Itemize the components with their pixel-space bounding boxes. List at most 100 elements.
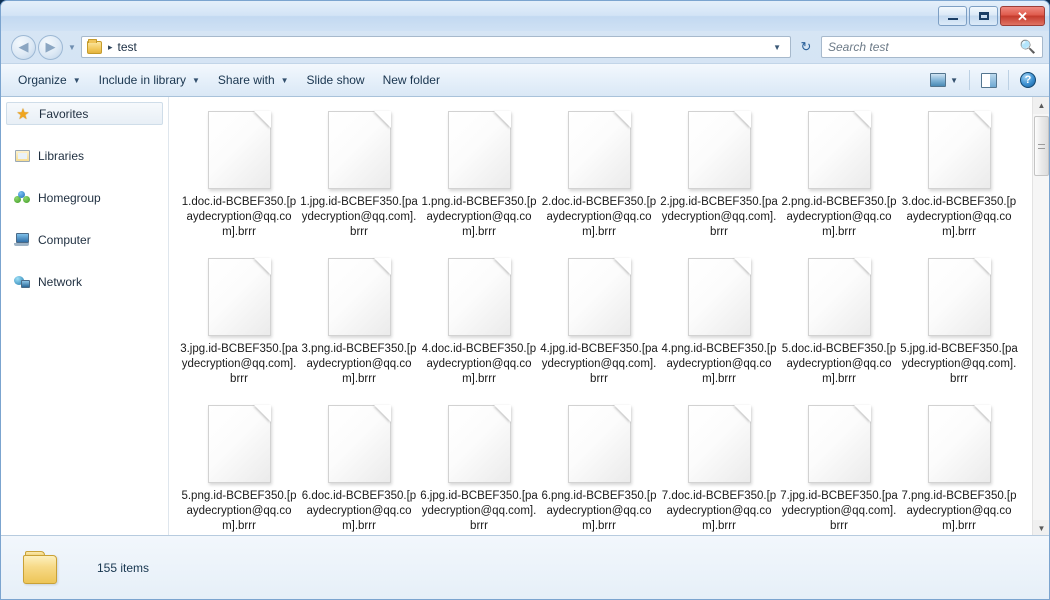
- file-item[interactable]: 3.doc.id-BCBEF350.[paydecryption@qq.com]…: [899, 103, 1019, 250]
- blank-document-icon: [687, 258, 751, 336]
- blank-document-icon: [567, 405, 631, 483]
- share-with-button[interactable]: Share with ▼: [209, 69, 298, 91]
- blank-document-icon: [927, 111, 991, 189]
- file-name-label: 5.doc.id-BCBEF350.[paydecryption@qq.com]…: [781, 343, 897, 385]
- file-item[interactable]: 5.jpg.id-BCBEF350.[paydecryption@qq.com]…: [899, 250, 1019, 397]
- chevron-down-icon: ▼: [68, 42, 76, 52]
- blank-document-icon: [447, 111, 511, 189]
- page-fold-corner-icon: [253, 111, 271, 128]
- change-view-button[interactable]: ▼: [925, 70, 963, 90]
- sidebar-item-favorites[interactable]: ★ Favorites: [6, 102, 163, 125]
- blank-document-icon: [807, 111, 871, 189]
- file-item[interactable]: 7.jpg.id-BCBEF350.[paydecryption@qq.com]…: [779, 397, 899, 537]
- search-input[interactable]: Search test: [828, 40, 1020, 54]
- page-fold-corner-icon: [493, 405, 511, 422]
- file-item[interactable]: 4.png.id-BCBEF350.[paydecryption@qq.com]…: [659, 250, 779, 397]
- file-item[interactable]: 2.png.id-BCBEF350.[paydecryption@qq.com]…: [779, 103, 899, 250]
- maximize-icon: [978, 12, 989, 20]
- page-fold-corner-icon: [493, 111, 511, 128]
- file-name-label: 3.doc.id-BCBEF350.[paydecryption@qq.com]…: [901, 196, 1017, 238]
- include-in-library-button[interactable]: Include in library ▼: [90, 69, 209, 91]
- status-bar: 155 items: [1, 535, 1049, 599]
- file-item[interactable]: 2.doc.id-BCBEF350.[paydecryption@qq.com]…: [539, 103, 659, 250]
- minimize-button[interactable]: [938, 6, 967, 26]
- file-item[interactable]: 3.png.id-BCBEF350.[paydecryption@qq.com]…: [299, 250, 419, 397]
- address-bar[interactable]: ▸ test ▼: [81, 36, 791, 58]
- page-fold-corner-icon: [493, 258, 511, 275]
- close-icon: ✕: [1017, 8, 1028, 24]
- chevron-down-icon: ▼: [72, 75, 81, 85]
- organize-label: Organize: [18, 73, 67, 87]
- preview-pane-button[interactable]: [976, 70, 1002, 91]
- breadcrumb-test[interactable]: test: [118, 40, 137, 54]
- maximize-button[interactable]: [969, 6, 998, 26]
- item-count-label: 155 items: [97, 560, 150, 575]
- vertical-scrollbar[interactable]: ▲ ▼: [1032, 97, 1049, 537]
- folder-icon: [23, 550, 63, 585]
- sidebar-item-homegroup[interactable]: Homegroup: [6, 186, 163, 209]
- blank-document-icon: [807, 258, 871, 336]
- file-list-pane[interactable]: 1.doc.id-BCBEF350.[paydecryption@qq.com]…: [169, 97, 1049, 537]
- file-name-label: 1.doc.id-BCBEF350.[paydecryption@qq.com]…: [181, 196, 297, 238]
- file-item[interactable]: 1.doc.id-BCBEF350.[paydecryption@qq.com]…: [179, 103, 299, 250]
- history-dropdown-button[interactable]: ▼: [65, 43, 79, 52]
- sidebar-item-label: Libraries: [38, 148, 85, 163]
- chevron-down-icon: ▼: [280, 75, 289, 85]
- forward-button[interactable]: ▶: [38, 34, 63, 60]
- navigation-pane: ★ Favorites Libraries Homegroup Computer: [1, 97, 169, 537]
- file-name-label: 3.jpg.id-BCBEF350.[paydecryption@qq.com]…: [180, 343, 298, 385]
- blank-document-icon: [927, 405, 991, 483]
- file-item[interactable]: 1.png.id-BCBEF350.[paydecryption@qq.com]…: [419, 103, 539, 250]
- sidebar-item-libraries[interactable]: Libraries: [6, 144, 163, 167]
- file-item[interactable]: 6.png.id-BCBEF350.[paydecryption@qq.com]…: [539, 397, 659, 537]
- sidebar-item-network[interactable]: Network: [6, 270, 163, 293]
- file-name-label: 2.doc.id-BCBEF350.[paydecryption@qq.com]…: [541, 196, 657, 238]
- forward-arrow-icon: ▶: [45, 39, 56, 54]
- file-item[interactable]: 4.jpg.id-BCBEF350.[paydecryption@qq.com]…: [539, 250, 659, 397]
- file-item[interactable]: 4.doc.id-BCBEF350.[paydecryption@qq.com]…: [419, 250, 539, 397]
- file-item[interactable]: 7.doc.id-BCBEF350.[paydecryption@qq.com]…: [659, 397, 779, 537]
- help-button[interactable]: ?: [1015, 69, 1041, 91]
- search-icon: 🔍: [1019, 39, 1036, 54]
- window-controls: ✕: [938, 6, 1045, 26]
- blank-document-icon: [207, 405, 271, 483]
- window-body: ★ Favorites Libraries Homegroup Computer: [1, 97, 1049, 537]
- file-item[interactable]: 3.jpg.id-BCBEF350.[paydecryption@qq.com]…: [179, 250, 299, 397]
- page-fold-corner-icon: [973, 258, 991, 275]
- file-name-label: 5.png.id-BCBEF350.[paydecryption@qq.com]…: [181, 490, 297, 532]
- page-fold-corner-icon: [733, 111, 751, 128]
- organize-button[interactable]: Organize ▼: [9, 69, 90, 91]
- file-name-label: 3.png.id-BCBEF350.[paydecryption@qq.com]…: [301, 343, 417, 385]
- file-item[interactable]: 1.jpg.id-BCBEF350.[paydecryption@qq.com]…: [299, 103, 419, 250]
- close-button[interactable]: ✕: [1000, 6, 1045, 26]
- page-fold-corner-icon: [613, 111, 631, 128]
- file-name-label: 2.jpg.id-BCBEF350.[paydecryption@qq.com]…: [660, 196, 778, 238]
- blank-document-icon: [327, 405, 391, 483]
- breadcrumb-separator-icon: ▸: [108, 41, 113, 52]
- new-folder-button[interactable]: New folder: [374, 69, 449, 91]
- sidebar-item-label: Computer: [38, 232, 91, 247]
- network-icon: [14, 274, 30, 290]
- scrollbar-thumb[interactable]: [1034, 116, 1049, 176]
- address-dropdown-icon[interactable]: ▼: [767, 43, 787, 52]
- file-item[interactable]: 7.png.id-BCBEF350.[paydecryption@qq.com]…: [899, 397, 1019, 537]
- refresh-button[interactable]: ↻: [795, 36, 817, 58]
- homegroup-icon: [14, 190, 30, 206]
- chevron-up-icon: ▲: [1037, 101, 1046, 110]
- slide-show-label: Slide show: [306, 73, 365, 87]
- scroll-up-button[interactable]: ▲: [1033, 97, 1049, 114]
- file-item[interactable]: 5.doc.id-BCBEF350.[paydecryption@qq.com]…: [779, 250, 899, 397]
- file-item[interactable]: 2.jpg.id-BCBEF350.[paydecryption@qq.com]…: [659, 103, 779, 250]
- search-box[interactable]: Search test 🔍: [821, 36, 1043, 58]
- file-item[interactable]: 5.png.id-BCBEF350.[paydecryption@qq.com]…: [179, 397, 299, 537]
- file-name-label: 2.png.id-BCBEF350.[paydecryption@qq.com]…: [781, 196, 897, 238]
- file-name-label: 4.jpg.id-BCBEF350.[paydecryption@qq.com]…: [540, 343, 658, 385]
- sidebar-item-computer[interactable]: Computer: [6, 228, 163, 251]
- slide-show-button[interactable]: Slide show: [298, 69, 374, 91]
- back-button[interactable]: ◀: [11, 34, 36, 60]
- file-item[interactable]: 6.doc.id-BCBEF350.[paydecryption@qq.com]…: [299, 397, 419, 537]
- star-icon: ★: [16, 105, 30, 123]
- command-toolbar: Organize ▼ Include in library ▼ Share wi…: [1, 63, 1049, 97]
- file-item[interactable]: 6.jpg.id-BCBEF350.[paydecryption@qq.com]…: [419, 397, 539, 537]
- blank-document-icon: [567, 111, 631, 189]
